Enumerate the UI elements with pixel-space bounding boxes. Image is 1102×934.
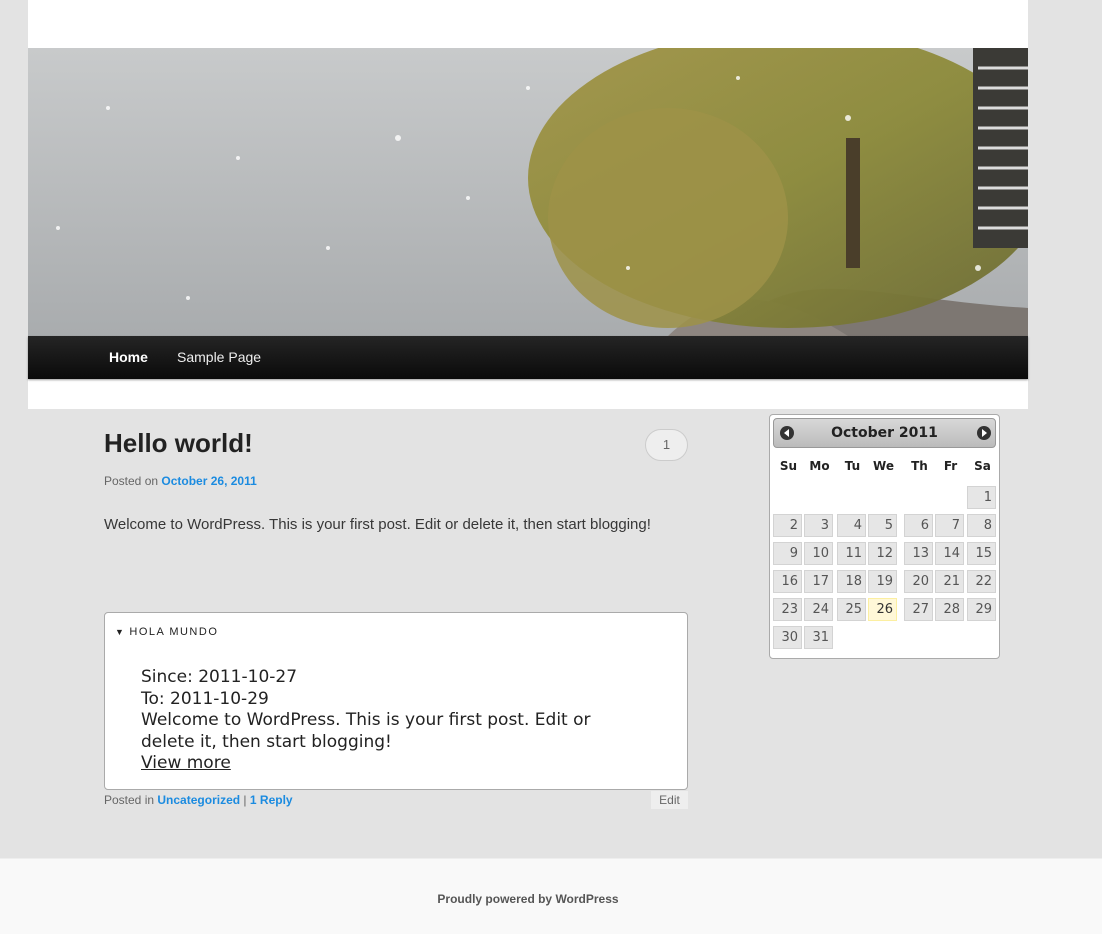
calendar-day[interactable]: 15 xyxy=(967,542,996,565)
weekday-header: Sa xyxy=(974,459,991,473)
post-title[interactable]: Hello world! xyxy=(104,428,253,459)
separator: | xyxy=(243,793,247,807)
site-footer: Proudly powered by WordPress xyxy=(0,858,1102,934)
entry-footer: Posted in Uncategorized | 1 Reply xyxy=(104,793,293,807)
nav-item-sample-page[interactable]: Sample Page xyxy=(177,336,261,379)
weekday-header: We xyxy=(873,459,894,473)
category-link[interactable]: Uncategorized xyxy=(157,793,240,807)
posted-in-label: Posted in xyxy=(104,793,155,807)
comments-link[interactable]: 1 xyxy=(645,429,688,465)
edit-link[interactable]: Edit xyxy=(651,791,688,809)
post-date-link[interactable]: October 26, 2011 xyxy=(161,474,256,488)
header-image[interactable] xyxy=(28,48,1028,336)
wordpress-credit-link[interactable]: Proudly powered by WordPress xyxy=(0,892,1056,906)
calendar-day[interactable]: 9 xyxy=(773,542,802,565)
widget-content: Since: 2011-10-27 To: 2011-10-29 Welcome… xyxy=(141,667,641,775)
comment-count: 1 xyxy=(645,429,688,461)
calendar-day[interactable]: 25 xyxy=(837,598,866,621)
weekday-header: Th xyxy=(911,459,928,473)
widget-title: HOLA MUNDO xyxy=(129,626,219,638)
calendar-day-today[interactable]: 26 xyxy=(868,598,897,621)
calendar-day[interactable]: 21 xyxy=(935,570,964,593)
post-meta: Posted on October 26, 2011 xyxy=(104,474,257,488)
widget-text: Welcome to WordPress. This is your first… xyxy=(141,710,591,752)
next-month-icon[interactable] xyxy=(977,426,991,440)
calendar-day[interactable]: 31 xyxy=(804,626,833,649)
nav-item-home[interactable]: Home xyxy=(109,336,148,379)
calendar-header: October 2011 xyxy=(773,418,996,448)
hola-mundo-widget: ▼ HOLA MUNDO Since: 2011-10-27 To: 2011-1… xyxy=(104,612,688,790)
widget-toggle[interactable]: ▼ HOLA MUNDO xyxy=(115,626,218,638)
calendar-day[interactable]: 18 xyxy=(837,570,866,593)
posted-on-label: Posted on xyxy=(104,474,159,488)
page-wrapper: Home Sample Page xyxy=(28,0,1028,409)
calendar-month-title: October 2011 xyxy=(831,425,938,441)
calendar-day[interactable]: 11 xyxy=(837,542,866,565)
calendar-day[interactable]: 28 xyxy=(935,598,964,621)
calendar-day[interactable]: 13 xyxy=(904,542,933,565)
widget-since: Since: 2011-10-27 xyxy=(141,667,298,687)
calendar-day[interactable]: 20 xyxy=(904,570,933,593)
post-content: Welcome to WordPress. This is your first… xyxy=(104,516,651,533)
view-more-link[interactable]: View more xyxy=(141,753,231,773)
calendar-day[interactable]: 30 xyxy=(773,626,802,649)
calendar-widget: October 2011 Su Mo Tu We Th Fr Sa 1 2 3 4 5 6 7 8 9 10 11… xyxy=(769,414,1000,659)
calendar-day[interactable]: 17 xyxy=(804,570,833,593)
calendar-day[interactable]: 27 xyxy=(904,598,933,621)
calendar-day[interactable]: 23 xyxy=(773,598,802,621)
calendar-day[interactable]: 1 xyxy=(967,486,996,509)
widget-to: To: 2011-10-29 xyxy=(141,688,269,709)
calendar-day[interactable]: 7 xyxy=(935,514,964,537)
calendar-day[interactable]: 3 xyxy=(804,514,833,537)
triangle-down-icon: ▼ xyxy=(115,627,126,637)
calendar-day[interactable]: 5 xyxy=(868,514,897,537)
calendar-day[interactable]: 10 xyxy=(804,542,833,565)
calendar-day[interactable]: 22 xyxy=(967,570,996,593)
weekday-header: Fr xyxy=(943,459,958,473)
weekday-header: Tu xyxy=(844,459,861,473)
replies-link[interactable]: 1 Reply xyxy=(250,793,293,807)
calendar-day[interactable]: 8 xyxy=(967,514,996,537)
weekday-header: Su xyxy=(779,459,798,473)
calendar-day[interactable]: 29 xyxy=(967,598,996,621)
calendar-day[interactable]: 14 xyxy=(935,542,964,565)
calendar-day[interactable]: 12 xyxy=(868,542,897,565)
main-navigation: Home Sample Page xyxy=(28,336,1028,379)
calendar-day[interactable]: 4 xyxy=(837,514,866,537)
calendar-day[interactable]: 19 xyxy=(868,570,897,593)
calendar-day[interactable]: 2 xyxy=(773,514,802,537)
calendar-day[interactable]: 16 xyxy=(773,570,802,593)
calendar-day[interactable]: 6 xyxy=(904,514,933,537)
weekday-header: Mo xyxy=(809,459,830,473)
calendar-day[interactable]: 24 xyxy=(804,598,833,621)
